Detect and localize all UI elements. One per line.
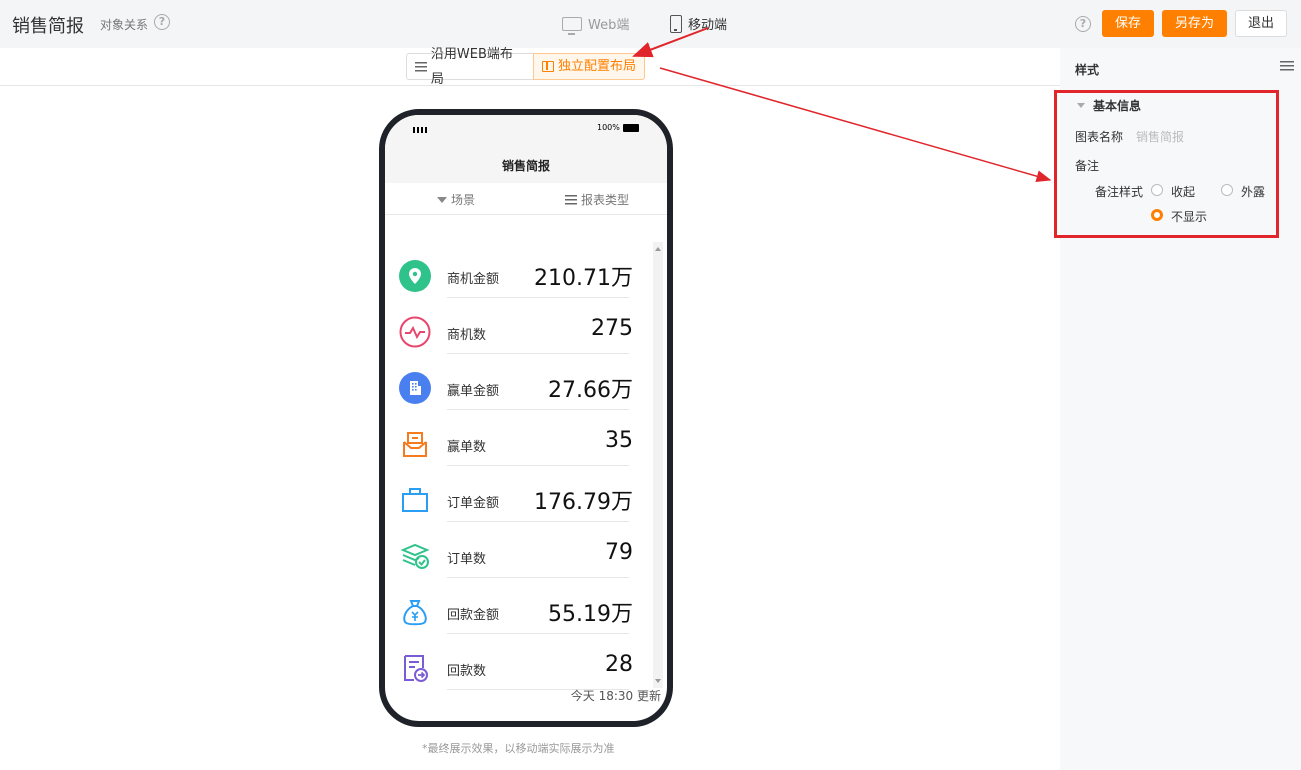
divider — [385, 214, 667, 215]
metric-label: 订单数 — [447, 552, 487, 567]
money-bag-icon — [403, 600, 427, 626]
collapse-panel-icon[interactable] — [1280, 61, 1294, 73]
use-web-layout-button[interactable]: 沿用WEB端布局 — [406, 47, 534, 87]
independent-layout-button[interactable]: 独立配置布局 — [533, 53, 645, 80]
metric-value: 275 — [591, 316, 633, 341]
battery-percent: 100% — [597, 123, 620, 132]
scrollbar[interactable] — [653, 242, 663, 688]
filter-report-type[interactable]: 报表类型 — [565, 184, 629, 215]
radio-hide[interactable] — [1151, 209, 1163, 221]
filter-scene[interactable]: 场景 — [437, 184, 475, 215]
chart-name-input[interactable]: 销售简报 — [1136, 128, 1184, 145]
list-icon — [565, 194, 577, 205]
metric-value: 210.71万 — [534, 266, 633, 291]
divider — [447, 409, 629, 410]
signal-icon — [413, 127, 427, 133]
help-icon[interactable]: ? — [154, 14, 170, 30]
caret-down-icon — [1077, 103, 1085, 108]
tab-web-label: Web端 — [588, 18, 630, 33]
panel-title: 样式 — [1075, 63, 1100, 77]
metric-label: 商机数 — [447, 328, 487, 343]
phone-title: 销售简报 — [501, 159, 550, 173]
metric-row[interactable]: 赢单金额 27.66万 — [385, 364, 645, 420]
opportunity-count-icon — [399, 316, 431, 348]
radio-expose-label: 外露 — [1241, 185, 1266, 199]
help-icon[interactable]: ? — [1075, 16, 1091, 32]
monitor-icon — [562, 16, 582, 35]
note-style-label: 备注样式 — [1095, 185, 1144, 199]
metric-value: 28 — [605, 652, 633, 677]
scroll-down-icon[interactable] — [655, 679, 661, 683]
radio-collapse-label: 收起 — [1171, 185, 1196, 199]
metric-row[interactable]: 商机数 275 — [385, 308, 645, 364]
independent-layout-label: 独立配置布局 — [558, 59, 637, 74]
exit-button[interactable]: 退出 — [1235, 10, 1287, 37]
metric-value: 55.19万 — [548, 602, 633, 627]
opportunity-amount-icon — [399, 260, 431, 292]
use-web-layout-label: 沿用WEB端布局 — [430, 46, 513, 87]
metric-label: 商机金额 — [447, 272, 500, 287]
save-button[interactable]: 保存 — [1102, 10, 1154, 37]
phone-preview: 100% 销售简报 场景 报表类型 商机金额 210.71万 商机数 275 赢… — [379, 109, 673, 727]
metric-label: 赢单金额 — [447, 384, 500, 399]
divider — [447, 633, 629, 634]
update-time: 今天 18:30 更新 — [570, 689, 661, 703]
building-icon — [399, 372, 431, 404]
mobile-phone-icon — [670, 14, 682, 33]
metric-value: 79 — [605, 540, 633, 565]
tab-web[interactable]: Web端 — [562, 14, 630, 35]
scroll-up-icon[interactable] — [655, 247, 661, 251]
metric-label: 赢单数 — [447, 440, 487, 455]
list-icon — [415, 61, 427, 72]
funnel-icon — [437, 196, 447, 203]
save-as-button[interactable]: 另存为 — [1162, 10, 1227, 37]
tab-mobile[interactable]: 移动端 — [670, 14, 727, 33]
section-title: 基本信息 — [1093, 99, 1142, 113]
chart-name-label: 图表名称 — [1075, 130, 1124, 144]
radio-collapse[interactable] — [1151, 184, 1163, 196]
briefcase-icon — [402, 488, 428, 512]
metric-row[interactable]: 赢单数 35 — [385, 420, 645, 476]
divider — [447, 521, 629, 522]
metric-label: 回款数 — [447, 664, 487, 679]
filter-scene-label: 场景 — [451, 193, 476, 207]
metric-row[interactable]: 订单数 79 — [385, 532, 645, 588]
note-label: 备注 — [1075, 159, 1100, 173]
radio-expose[interactable] — [1221, 184, 1233, 196]
metric-label: 订单金额 — [447, 496, 500, 511]
metric-value: 176.79万 — [534, 490, 633, 515]
inbox-icon — [403, 432, 427, 457]
metric-label: 回款金额 — [447, 608, 500, 623]
divider — [447, 297, 629, 298]
payment-document-icon — [404, 655, 428, 682]
divider — [447, 353, 629, 354]
metric-row[interactable]: 商机金额 210.71万 — [385, 252, 645, 308]
filter-type-label: 报表类型 — [581, 193, 630, 207]
metric-value: 35 — [605, 428, 633, 453]
section-basic-info[interactable]: 基本信息 — [1077, 97, 1141, 114]
page-title: 销售简报 — [12, 16, 84, 37]
divider — [447, 577, 629, 578]
radio-hide-label: 不显示 — [1171, 210, 1208, 224]
money-stack-icon — [400, 543, 430, 569]
divider — [447, 465, 629, 466]
metric-value: 27.66万 — [548, 378, 633, 403]
object-relation-link[interactable]: 对象关系 — [100, 16, 148, 33]
metric-row[interactable]: 回款金额 55.19万 — [385, 588, 645, 644]
layout-icon — [542, 61, 554, 72]
metric-row[interactable]: 订单金额 176.79万 — [385, 476, 645, 532]
battery-icon — [623, 124, 639, 132]
tab-mobile-label: 移动端 — [688, 18, 728, 33]
footnote: *最终展示效果，以移动端实际展示为准 — [422, 742, 615, 755]
